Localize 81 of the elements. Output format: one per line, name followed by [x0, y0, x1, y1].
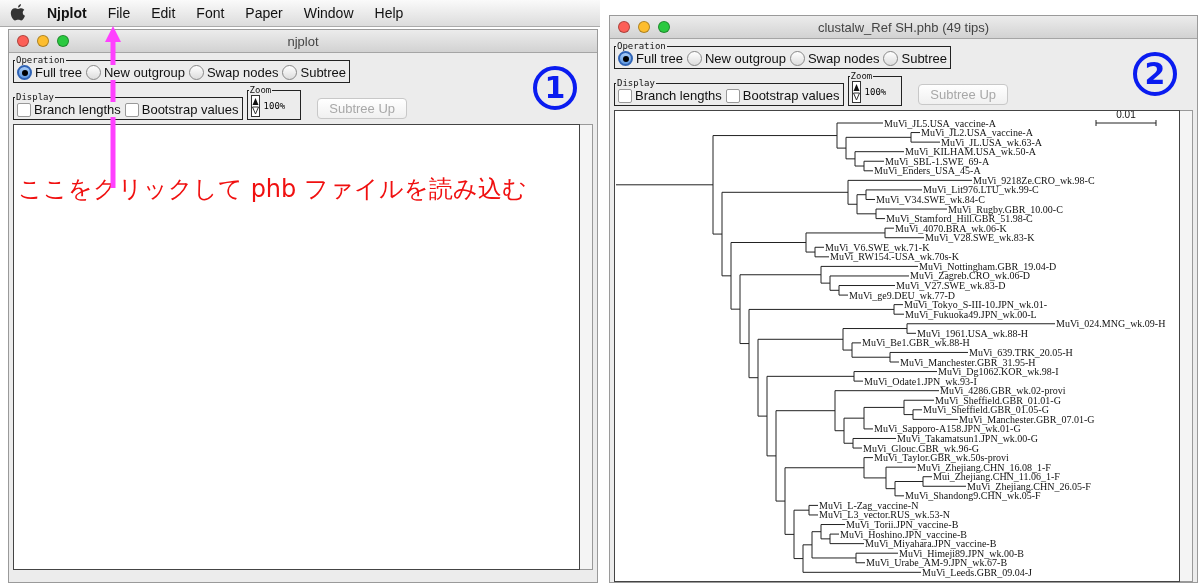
tip-label: MuVi_V6.SWE_wk.71-K	[825, 241, 930, 253]
apple-icon[interactable]	[10, 4, 26, 22]
scale-label: 0.01	[1116, 111, 1136, 120]
menu-item[interactable]: Njplot	[47, 5, 87, 21]
tip-label: MuVi_9218Ze.CRO_wk.98-C	[973, 174, 1095, 186]
tip-label: MuVi_KILHAM.USA_wk.50-A	[905, 146, 1037, 158]
tip-label: MuVi_V28.SWE_wk.83-K	[925, 232, 1035, 244]
operation-radio[interactable]: Swap nodes	[188, 65, 279, 80]
tip-label: MuVi_JL2.USA_vaccine-A	[921, 127, 1033, 139]
tip-label: MuVi_4286.GBR_wk.02-provi	[940, 385, 1066, 397]
tip-label: MuVi_Enders_USA_45-A	[874, 165, 981, 177]
tip-label: MuVi_SBL-1.SWE_69-A	[885, 155, 990, 167]
tip-label: MuVi_JL.USA_wk.63-A	[941, 136, 1043, 148]
operation-radio[interactable]: Swap nodes	[789, 51, 880, 66]
tip-label: MuVi_1961.USA_wk.88-H	[917, 327, 1029, 339]
tip-label: MuVi_Hoshino.JPN_vaccine-B	[840, 528, 967, 540]
group-legend: Operation	[616, 41, 667, 51]
menu-item[interactable]: Window	[303, 5, 354, 21]
zoom-button[interactable]	[57, 35, 69, 47]
tip-label: MuVi_Taylor.GBR_wk.50s-provi	[874, 452, 1009, 464]
close-button[interactable]	[618, 21, 630, 33]
menu-item[interactable]: File	[107, 5, 131, 21]
tip-label: MuVi_RW154.-USA_wk.70s-K	[830, 251, 959, 263]
tip-label: MuVi_Manchester.GBR_31.95-H	[900, 356, 1036, 368]
display-checkbox[interactable]: Bootstrap values	[725, 88, 840, 103]
tip-label: MuVi_Be1.GBR_wk.88-H	[862, 337, 970, 349]
minimize-button[interactable]	[37, 35, 49, 47]
group-legend: Zoom	[849, 71, 874, 81]
scale-bar-icon	[1095, 119, 1157, 127]
tip-label: MuVi_Manchester.GBR_07.01-G	[959, 413, 1095, 425]
tip-label: MuVi_Dg1062.KOR_wk.98-I	[938, 366, 1059, 378]
display-checkbox[interactable]: Bootstrap values	[124, 102, 239, 117]
operation-radio[interactable]: New outgroup	[85, 65, 185, 80]
tip-label: MuVi_L-Zag_vaccine-N	[819, 499, 919, 511]
menu-item[interactable]: Edit	[151, 5, 176, 21]
tip-label: MuVi_JL5.USA_vaccine-A	[884, 117, 996, 129]
operation-radio[interactable]: Full tree	[618, 51, 683, 66]
tip-label: MuVi_4070.BRA_wk.06-K	[895, 222, 1007, 234]
group-legend: Display	[15, 92, 55, 102]
menu-item[interactable]: Help	[374, 5, 404, 21]
zoom-value: 100%	[263, 101, 287, 111]
zoom-button[interactable]	[658, 21, 670, 33]
operation-radio[interactable]: Subtree	[883, 51, 948, 66]
scrollbar[interactable]	[580, 124, 593, 570]
tip-label: MuVi_Leeds.GBR_09.04-J	[922, 566, 1032, 578]
tip-label: MuVi_Torii.JPN_vaccine-B	[846, 519, 959, 530]
tip-label: MuVi_V34.SWE_wk.84-C	[876, 194, 985, 205]
menu-item[interactable]: Paper	[245, 5, 283, 21]
window-title: njplot	[286, 33, 320, 49]
window-title: clustalw_Ref SH.phb (49 tips)	[816, 19, 991, 35]
step-number-badge: 1	[533, 65, 577, 110]
operation-radio[interactable]: Full tree	[17, 65, 82, 80]
menu-item[interactable]: Font	[196, 5, 225, 21]
stepper-icon[interactable]	[851, 81, 861, 103]
group-legend: Operation	[15, 55, 66, 65]
minimize-button[interactable]	[638, 21, 650, 33]
tip-label: MuVi_Glouc.GBR_wk.96-G	[863, 442, 980, 454]
tip-label: MuVi_V27.SWE_wk.83-D	[896, 280, 1006, 291]
tip-label: MuVi_ge9.DEU_wk.77-D	[849, 289, 956, 301]
tip-label: MuVi_Sapporo-A158.JPN_wk.01-G	[874, 423, 1021, 435]
zoom-value: 100%	[864, 87, 888, 97]
tip-label: MuVi_Sheffield.GBR_01.05-G	[923, 404, 1049, 416]
tip-label: MuVi_639.TRK_20.05-H	[969, 346, 1073, 358]
step-number-badge: 2	[1133, 51, 1177, 96]
group-legend: Zoom	[248, 85, 273, 95]
tip-label: MuVi_Nottingham.GBR_19.04-D	[919, 260, 1057, 272]
scrollbar[interactable]	[1180, 110, 1193, 582]
stepper-icon[interactable]	[250, 95, 260, 117]
tip-label: MuVi_Tokyo_S-III-10.JPN_wk.01-	[904, 299, 1048, 311]
tip-label: MuVi_024.MNG_wk.09-H	[1056, 318, 1166, 330]
tip-label: MuVi_Stamford_Hill.GBR_51.98-C	[886, 213, 1033, 225]
operation-radio[interactable]: New outgroup	[686, 51, 786, 66]
group-legend: Display	[616, 78, 656, 88]
tip-label: MuVi_Lit976.LTU_wk.99-C	[923, 184, 1039, 196]
close-button[interactable]	[17, 35, 29, 47]
display-checkbox[interactable]: Branch lengths	[17, 102, 121, 117]
tip-label: MuVi_Miyahara.JPN_vaccine-B	[865, 538, 997, 550]
operation-radio[interactable]: Subtree	[282, 65, 347, 80]
tip-label: MuVi_Takamatsun1.JPN_wk.00-G	[897, 433, 1038, 444]
tip-label: MuVi_Rugby.GBR_10.00-C	[948, 203, 1063, 215]
display-checkbox[interactable]: Branch lengths	[618, 88, 722, 103]
